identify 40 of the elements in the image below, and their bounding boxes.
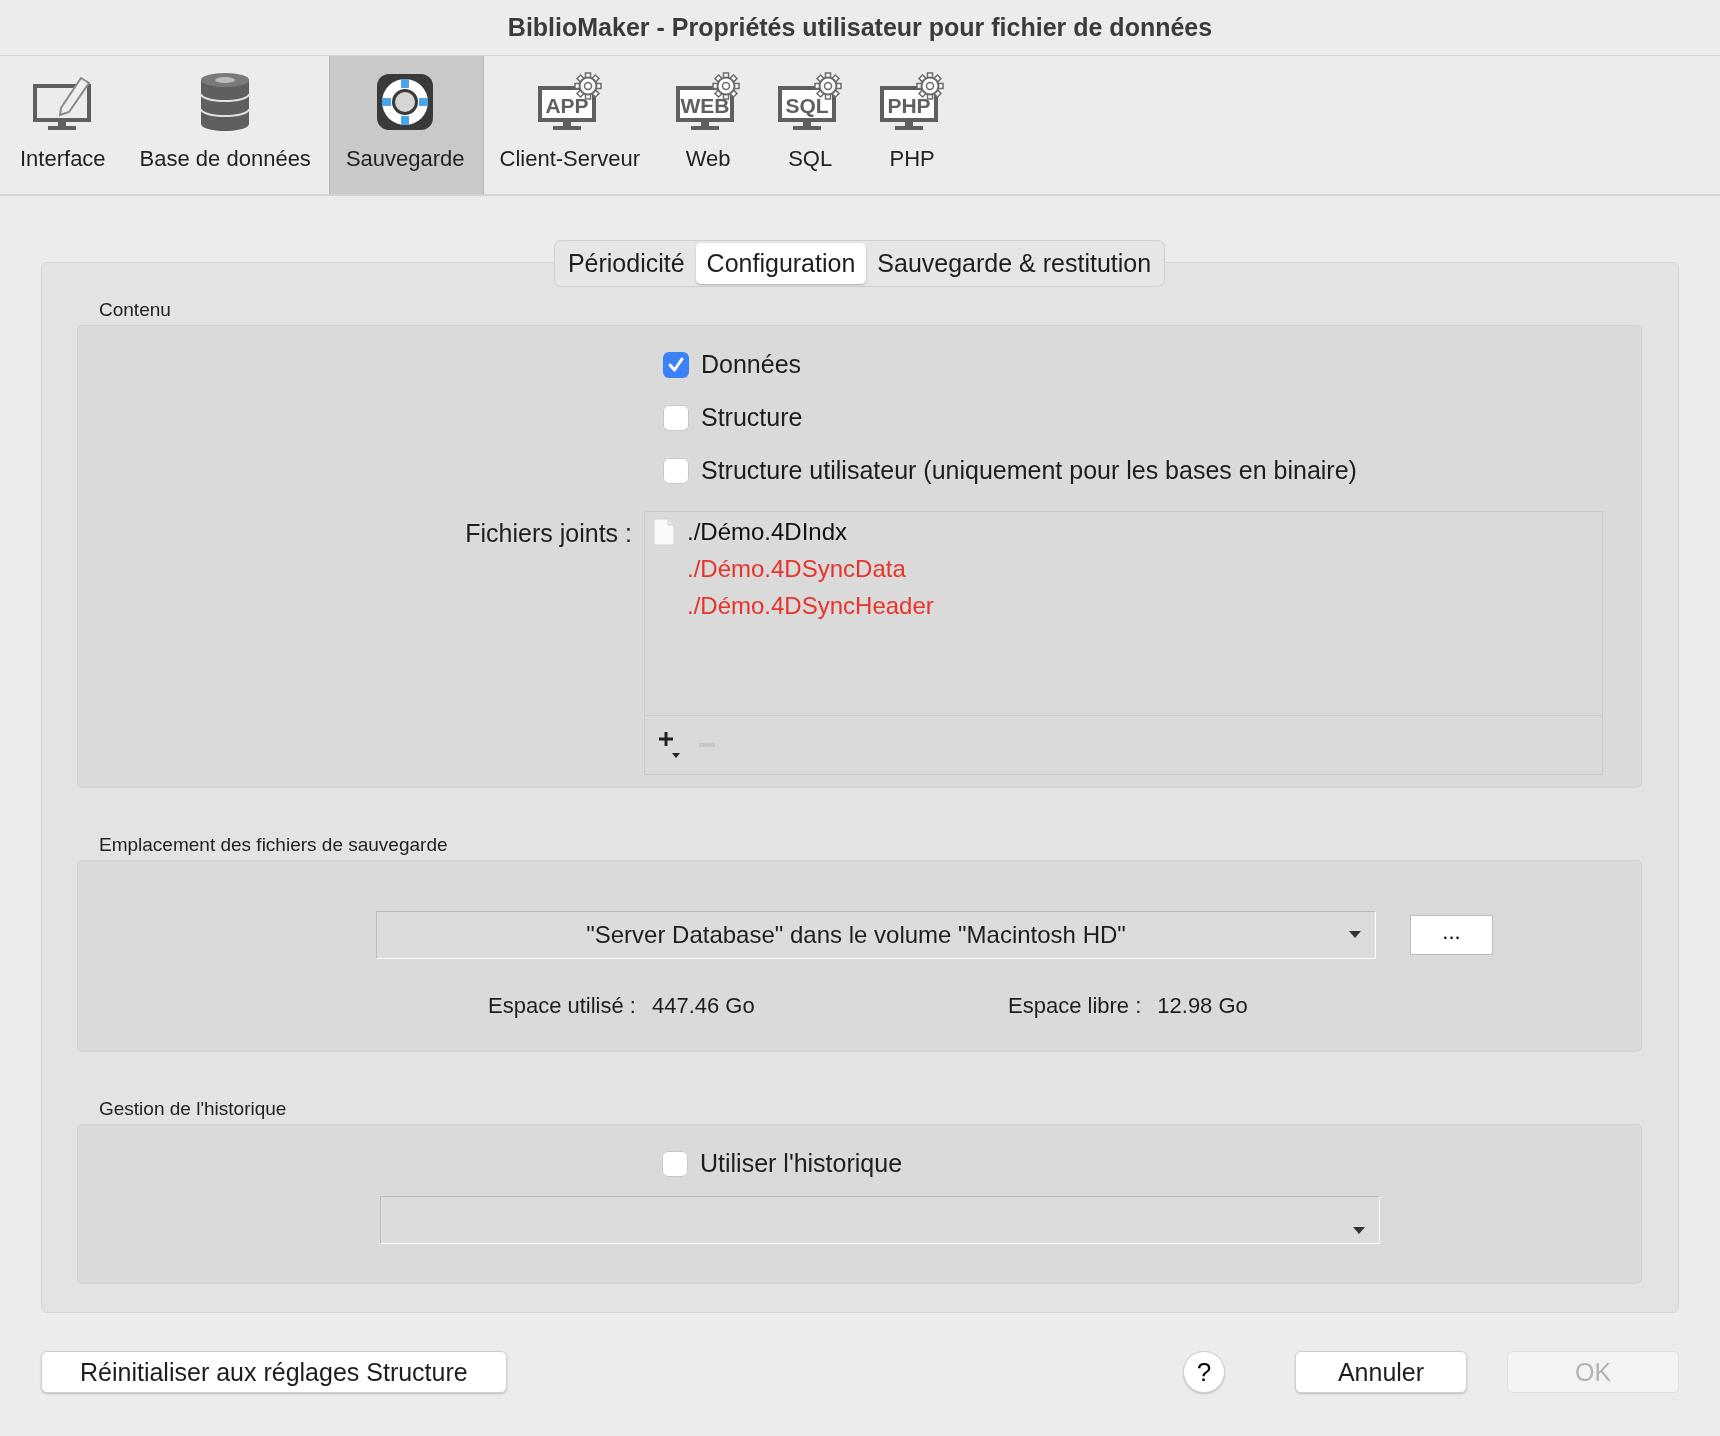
space-label: Espace libre : [1008,993,1142,1020]
checkbox-label: Structure utilisateur (uniquement pour les bases en binaire) [701,456,1357,485]
space-value: 447.46 Go [651,993,755,1020]
group-title: Emplacement des fichiers de sauvegarde [98,833,449,858]
toolbar-tab[interactable]: Base de données [123,56,329,194]
toolbar-tab[interactable]: SQL SQL [760,56,863,194]
toolbar-tab[interactable]: PHP PHP [862,56,965,194]
space-label: Espace utilisé : [488,993,636,1020]
checkbox[interactable] [663,457,689,484]
checkbox-label: Structure [701,403,803,432]
group-title: Gestion de l'historique [98,1097,288,1122]
space-value: 12.98 Go [1157,993,1248,1020]
reset-button[interactable]: Réinitialiser aux réglages Structure [41,1351,507,1393]
plus-icon [659,730,681,760]
file-name[interactable]: ./Démo.4DIndx [687,518,848,546]
group-title: Contenu [98,298,172,322]
dropdown-arrow-icon [1353,1227,1365,1236]
tab[interactable]: Configuration [695,243,867,284]
toolbar-tab[interactable]: Sauvegarde [328,56,484,194]
tab[interactable]: Périodicité [556,243,696,284]
toolbar-tab[interactable]: WEB Web [658,56,761,194]
lifebuoy-icon [375,72,436,132]
document-icon [653,518,675,546]
toolbar-tab[interactable]: APP Client-Serveur [483,56,659,194]
checkbox-label: Utiliser l'historique [700,1149,903,1179]
checkbox[interactable] [663,351,689,378]
checkbox-label: Données [701,350,802,379]
checkbox[interactable] [663,404,689,431]
history-dropdown[interactable] [380,1196,1380,1245]
tab[interactable]: Sauvegarde & restitution [866,243,1163,284]
dropdown-arrow-icon [1349,931,1361,940]
browse-button[interactable]: ... [1410,915,1493,956]
volume-dropdown[interactable]: "Server Database" dans le volume "Macintosh HD" [376,911,1376,960]
toolbar-tab[interactable]: Interface [4,56,124,194]
help-button[interactable]: ? [1183,1351,1225,1393]
cancel-button[interactable]: Annuler [1295,1351,1467,1393]
add-button[interactable] [659,730,681,760]
window-title: BiblioMaker - Propriétés utilisateur pour fichier de données [0,0,1720,56]
field-label: Fichiers joints : [464,518,633,548]
checkbox[interactable] [662,1150,688,1177]
